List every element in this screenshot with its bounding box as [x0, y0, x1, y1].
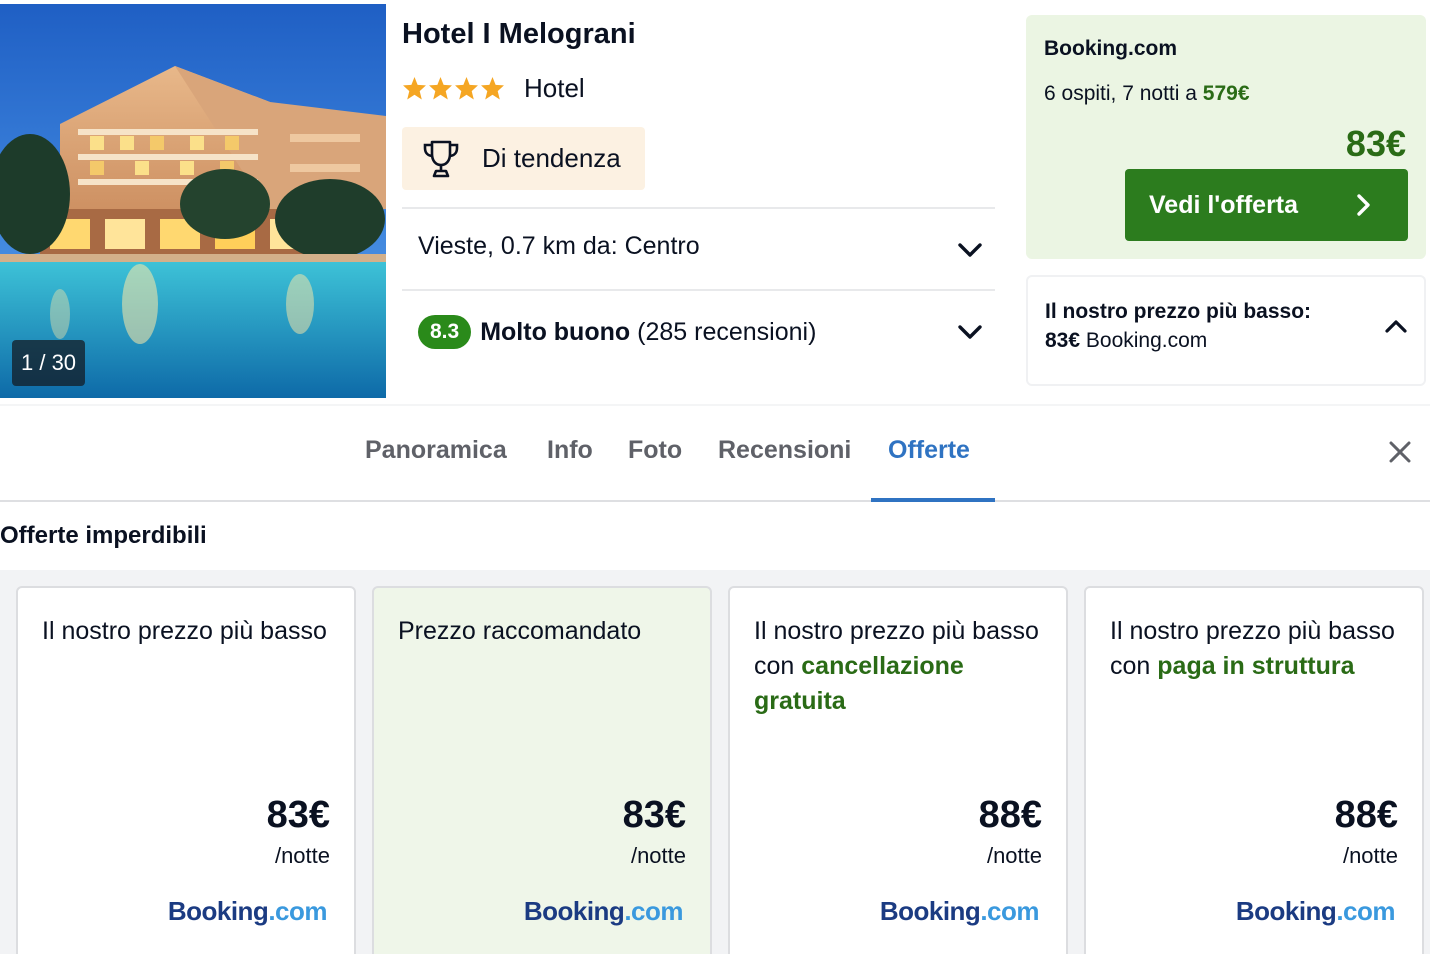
deal-price: 83€ [1345, 123, 1406, 164]
booking-logo-name: Booking [523, 896, 625, 926]
lowest-price-line: 83€ Booking.com [1045, 329, 1207, 353]
hotel-type: Hotel [524, 72, 585, 103]
lowest-price-provider: Booking.com [1085, 329, 1208, 352]
booking-logo: Booking.com [879, 896, 1040, 927]
offer-card-per-night: /notte [274, 843, 330, 868]
offer-card-price: 83€ [622, 794, 686, 836]
location-text[interactable]: Vieste, 0.7 km da: Centro [418, 232, 700, 261]
lowest-price-box[interactable]: Il nostro prezzo più basso: 83€ Booking.… [1026, 275, 1426, 386]
booking-logo-domain: .com [1336, 896, 1395, 926]
booking-logo: Booking.com [1235, 896, 1396, 927]
offer-card-title: Il nostro prezzo più basso con cancellaz… [754, 614, 1050, 719]
divider [402, 207, 995, 209]
tab-photos[interactable]: Foto [628, 436, 682, 465]
tab-overview[interactable]: Panoramica [365, 436, 507, 465]
hotel-class-row: Hotel [402, 72, 585, 104]
active-tab-indicator [871, 498, 995, 502]
booking-logo-domain: .com [980, 896, 1039, 926]
offer-card-free-cancellation[interactable]: Il nostro prezzo più basso con cancellaz… [728, 586, 1068, 954]
offer-card-title-text: Il nostro prezzo più basso [42, 617, 327, 645]
hotel-photo[interactable]: 1 / 30 [0, 4, 386, 398]
tab-info[interactable]: Info [547, 436, 593, 465]
offer-card-title-highlight: paga in struttura [1157, 652, 1355, 680]
hotel-name[interactable]: Hotel I Melograni [402, 18, 636, 51]
offer-card-price: 83€ [266, 794, 330, 836]
star-icon [429, 76, 452, 99]
deal-summary: 6 ospiti, 7 notti a 579€ [1044, 82, 1250, 106]
offer-card-per-night: /notte [986, 843, 1042, 868]
star-icon [481, 76, 504, 99]
deal-total-price: 579€ [1202, 82, 1250, 105]
offer-card-title: Il nostro prezzo più basso [42, 614, 338, 649]
trend-label: Di tendenza [482, 143, 621, 173]
lowest-price-title: Il nostro prezzo più basso: [1045, 300, 1312, 323]
booking-logo-name: Booking [167, 896, 269, 926]
offer-card-price: 88€ [978, 794, 1042, 836]
rating-row[interactable]: 8.3 Molto buono (285 recensioni) [418, 314, 816, 350]
trend-badge: Di tendenza [402, 127, 645, 190]
booking-logo: Booking.com [167, 896, 328, 927]
divider [402, 289, 995, 291]
star-icon [403, 76, 426, 99]
deal-provider: Booking.com [1044, 37, 1178, 60]
offer-card-lowest[interactable]: Il nostro prezzo più basso 83€ /notte Bo… [16, 586, 356, 954]
offer-card-price: 88€ [1334, 794, 1398, 836]
top-deal-box: Booking.com 6 ospiti, 7 notti a 579€ 83€… [1026, 15, 1426, 259]
rating-label: Molto buono [480, 317, 631, 346]
offer-card-title: Il nostro prezzo più basso con paga in s… [1110, 614, 1406, 684]
lowest-price-value: 83€ [1045, 329, 1081, 352]
deal-summary-text: 6 ospiti, 7 notti a [1044, 82, 1197, 105]
offer-card-title-text: Prezzo raccomandato [398, 617, 642, 645]
review-count: (285 recensioni) [637, 317, 817, 346]
detail-tabs: Panoramica Info Foto Recensioni Offerte [0, 404, 1430, 502]
chevron-up-icon[interactable] [1384, 318, 1408, 334]
hotel-photo-image [0, 4, 386, 398]
chevron-down-icon[interactable] [956, 322, 984, 342]
star-rating [402, 76, 505, 101]
offer-card-pay-at-property[interactable]: Il nostro prezzo più basso con paga in s… [1084, 586, 1424, 954]
booking-logo: Booking.com [523, 896, 684, 927]
offer-card-per-night: /notte [630, 843, 686, 868]
chevron-down-icon[interactable] [956, 240, 984, 260]
trophy-icon [423, 140, 459, 177]
rating-score-badge: 8.3 [418, 315, 472, 349]
view-deal-label: Vedi l'offerta [1149, 190, 1299, 219]
offers-section-title: Offerte imperdibili [0, 522, 207, 549]
view-deal-button[interactable]: Vedi l'offerta [1125, 169, 1408, 241]
photo-counter: 1 / 30 [12, 340, 86, 386]
offer-card-per-night: /notte [1342, 843, 1398, 868]
booking-logo-name: Booking [879, 896, 981, 926]
tab-deals[interactable]: Offerte [888, 436, 970, 465]
booking-logo-domain: .com [624, 896, 683, 926]
close-icon[interactable] [1388, 440, 1412, 464]
tab-reviews[interactable]: Recensioni [718, 436, 851, 465]
booking-logo-domain: .com [268, 896, 327, 926]
star-icon [455, 76, 478, 99]
offer-card-recommended[interactable]: Prezzo raccomandato 83€ /notte Booking.c… [372, 586, 712, 954]
chevron-right-icon [1357, 194, 1370, 216]
booking-logo-name: Booking [1235, 896, 1337, 926]
offer-card-title: Prezzo raccomandato [398, 614, 694, 649]
